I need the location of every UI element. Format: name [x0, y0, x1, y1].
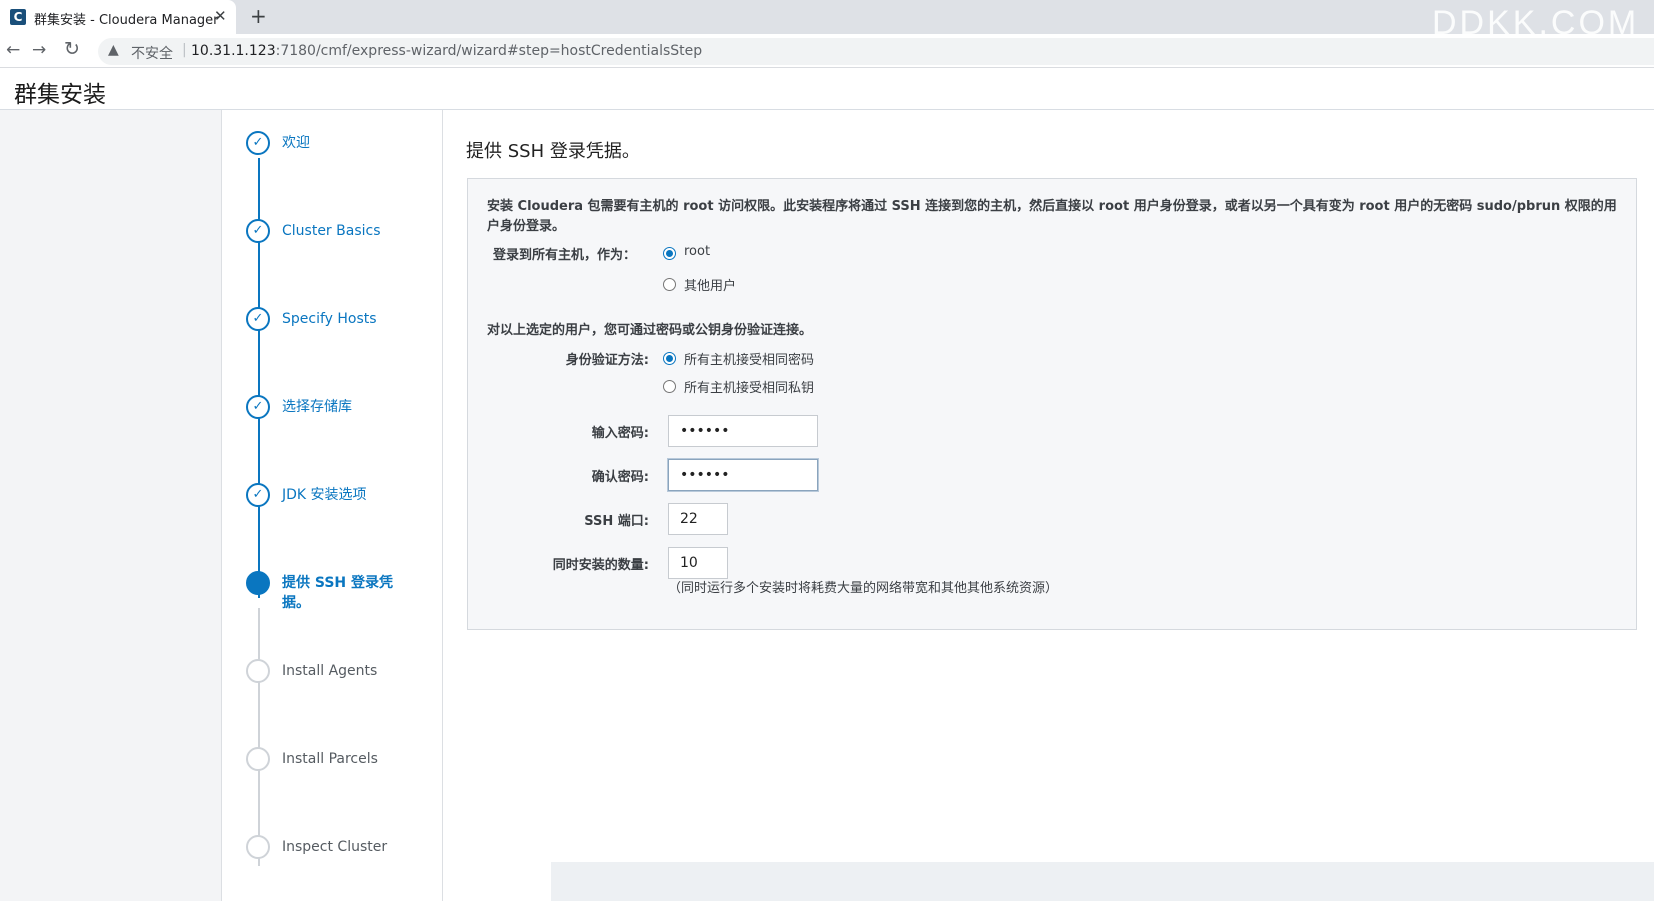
tab-title: 群集安装 - Cloudera Manager: [34, 13, 219, 28]
step-check-icon: ✓: [246, 219, 270, 243]
step-current-dot-icon: [246, 571, 270, 595]
reload-icon[interactable]: ↻: [64, 38, 80, 60]
ssh-port-input[interactable]: 22: [668, 503, 728, 535]
auth-section-text: 对以上选定的用户，您可通过密码或公钥身份验证连接。: [487, 323, 813, 338]
step-label: Inspect Cluster: [282, 839, 388, 855]
steps-remaining-line: [258, 608, 260, 866]
password-input[interactable]: ••••••: [668, 415, 818, 447]
ssh-credentials-panel: 安装 Cloudera 包需要有主机的 root 访问权限。此安装程序将通过 S…: [467, 178, 1637, 630]
step-label[interactable]: 欢迎: [282, 133, 412, 153]
intro-text: 安装 Cloudera 包需要有主机的 root 访问权限。此安装程序将通过 S…: [487, 199, 1617, 234]
step-label[interactable]: 选择存储库: [282, 397, 412, 417]
url-text[interactable]: 10.31.1.123:7180/cmf/express-wizard/wiza…: [191, 43, 702, 59]
step-label: Install Agents: [282, 663, 378, 679]
step-pending-circle-icon: [246, 835, 270, 859]
back-arrow-icon[interactable]: ←: [6, 40, 20, 60]
step-label: 提供 SSH 登录凭据。: [282, 575, 394, 611]
section-title: 提供 SSH 登录凭据。: [466, 141, 640, 162]
login-other-user-label[interactable]: 其他用户: [684, 275, 736, 294]
concurrent-installs-input[interactable]: 10: [668, 547, 728, 579]
auth-password-label[interactable]: 所有主机接受相同密码: [684, 349, 814, 368]
concurrent-installs-label: 同时安装的数量:: [552, 558, 649, 573]
login-root-radio[interactable]: [663, 247, 676, 260]
step-label[interactable]: JDK 安装选项: [282, 485, 412, 505]
url-omnibox[interactable]: ▲ 不安全 | 10.31.1.123:7180/cmf/express-wiz…: [98, 38, 1654, 65]
step-check-icon: ✓: [246, 395, 270, 419]
insecure-label[interactable]: 不安全: [131, 43, 173, 63]
new-tab-icon[interactable]: +: [250, 4, 267, 28]
login-root-label[interactable]: root: [684, 244, 710, 259]
auth-private-key-label[interactable]: 所有主机接受相同私钥: [684, 377, 814, 396]
login-as-label: 登录到所有主机，作为：: [493, 248, 637, 263]
warning-triangle-icon[interactable]: ▲: [108, 42, 119, 58]
cloudera-favicon-icon: C: [10, 9, 26, 25]
step-label[interactable]: Specify Hosts: [282, 309, 412, 329]
concurrent-installs-hint: （同时运行多个安装时将耗费大量的网络带宽和其他其他系统资源）: [668, 581, 1059, 596]
step-label[interactable]: Cluster Basics: [282, 221, 412, 241]
browser-tab[interactable]: C 群集安装 - Cloudera Manager ✕: [0, 0, 236, 34]
page-title: 群集安装: [14, 82, 106, 108]
url-path: :7180/cmf/express-wizard/wizard#step=hos…: [275, 43, 703, 59]
step-pending-circle-icon: [246, 659, 270, 683]
close-tab-icon[interactable]: ✕: [214, 7, 227, 25]
login-other-user-radio[interactable]: [663, 278, 676, 291]
auth-password-radio[interactable]: [663, 352, 676, 365]
footer-bar: [551, 862, 1654, 901]
step-check-icon: ✓: [246, 131, 270, 155]
auth-method-label: 身份验证方法:: [565, 353, 649, 368]
app-header: 群集安装: [0, 69, 1654, 110]
url-host: 10.31.1.123: [191, 43, 276, 59]
step-label: Install Parcels: [282, 751, 378, 767]
left-gutter: [0, 110, 222, 901]
step-check-icon: ✓: [246, 307, 270, 331]
step-pending-circle-icon: [246, 747, 270, 771]
forward-arrow-icon[interactable]: →: [32, 40, 46, 60]
ssh-port-label: SSH 端口:: [584, 514, 649, 529]
confirm-password-input[interactable]: ••••••: [668, 459, 818, 491]
step-check-icon: ✓: [246, 483, 270, 507]
password-label: 输入密码:: [591, 426, 649, 441]
auth-private-key-radio[interactable]: [663, 380, 676, 393]
address-bar: ← → ↻ ▲ 不安全 | 10.31.1.123:7180/cmf/expre…: [0, 34, 1654, 68]
browser-tab-bar: C 群集安装 - Cloudera Manager ✕ + DDKK.COM: [0, 0, 1654, 44]
confirm-password-label: 确认密码:: [591, 470, 649, 485]
url-separator: |: [182, 42, 187, 58]
